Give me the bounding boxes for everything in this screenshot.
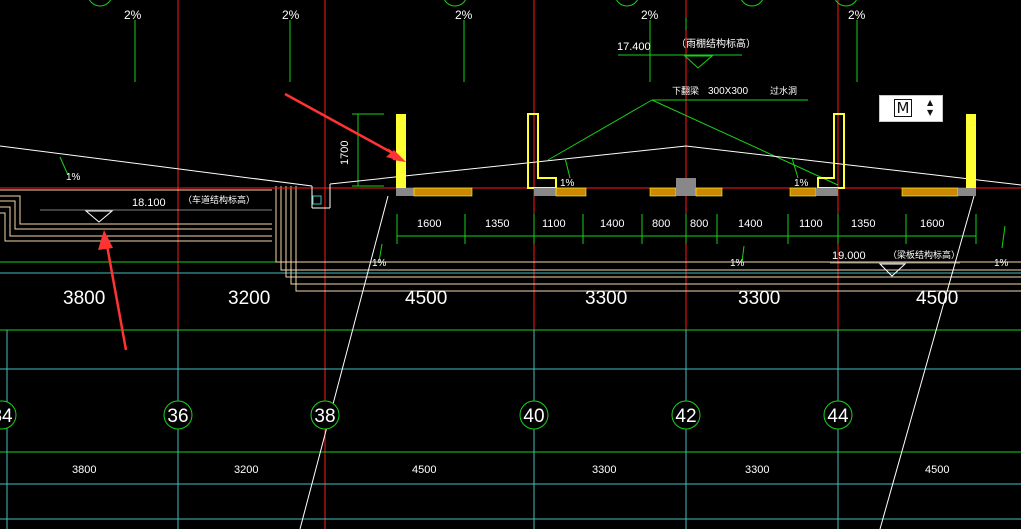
top-slope-labels: 2% 2% 2% 2% 2% [124,8,866,22]
grid-lines [0,0,1021,529]
wall-left [396,114,406,188]
channel-wall-right [817,113,845,189]
height-dim-value: 1700 [339,141,351,165]
dimension-values: 1600 1350 1100 1400 800 800 1400 1100 13… [417,218,944,230]
span-label: 3300 [592,464,616,476]
span-label: 4500 [405,288,447,309]
dim-value: 1100 [542,218,566,230]
small-marker [312,195,322,205]
span-labels-small: 3800 3200 4500 3300 3300 4500 [72,464,949,476]
elevation-note: （车道结构标高） [183,194,255,205]
axis-label: 34 [0,406,13,427]
slope-label: 1% [560,178,575,189]
slope-label: 2% [124,8,142,22]
cad-drawing-canvas[interactable]: 2% 2% 2% 2% 2% 17.400 （雨棚结构标高） 下翻梁 300X3… [0,0,1021,529]
dim-value: 1400 [600,218,624,230]
channel-wall-left [527,113,557,189]
span-label: 4500 [925,464,949,476]
dim-value: 1350 [485,218,509,230]
drain-note-c: 过水洞 [770,85,797,96]
slope-label: 1% [994,258,1009,269]
drain-note-b: 300X300 [708,86,748,97]
slope-label: 2% [455,8,473,22]
drain-note-a: 下翻梁 [672,85,699,96]
dim-value: 1100 [799,218,823,230]
ramp-lines [299,195,975,529]
axis-bubble-labels: 34 36 38 40 42 44 [0,406,849,427]
lower-slope-markers: 1% 1% 1% [372,225,1009,269]
top-axis-bubbles [89,0,857,7]
slope-label: 1% [66,172,81,183]
axis-label: 38 [314,406,335,427]
top-slope-markers [134,20,858,82]
arrow-head-icon [98,230,113,250]
span-label: 4500 [412,464,436,476]
axis-label: 44 [827,406,849,427]
slope-label: 1% [730,258,745,269]
span-label: 3300 [585,288,627,309]
height-dimension: 1700 [339,113,384,187]
mode-spinner-icon[interactable]: ▲ ▼ [927,98,937,120]
slope-label: 2% [282,8,300,22]
dim-value: 1400 [738,218,762,230]
elevation-note: （梁板结构标高） [888,249,960,260]
span-label: 3800 [72,464,96,476]
dim-value: 1600 [417,218,441,230]
slope-lines [0,145,1021,187]
slope-label: 1% [794,178,809,189]
dim-value: 800 [690,218,708,230]
span-label: 3800 [63,288,105,309]
span-label: 4500 [916,288,958,309]
axis-label: 36 [167,406,188,427]
dim-value: 800 [652,218,670,230]
elevation-value: 18.100 [132,197,166,209]
drain-annotation: 下翻梁 300X300 过水洞 [547,85,839,186]
dimension-chain [396,214,977,244]
axis-label: 40 [523,406,544,427]
axis-label: 42 [675,406,696,427]
span-label: 3300 [745,464,769,476]
elevation-marker-left: 18.100 （车道结构标高） [40,194,272,223]
span-label: 3200 [228,288,270,309]
elevation-value: 19.000 [832,250,866,262]
span-label: 3300 [738,288,780,309]
cad-mode-selector[interactable]: M ▲ ▼ [879,95,943,122]
axis-bubbles [0,400,853,430]
slope-label: 2% [641,8,659,22]
elevation-note: （雨棚结构标高） [676,37,756,50]
slope-label: 1% [372,258,387,269]
elevation-value: 17.400 [617,41,651,53]
wall-right [966,114,976,188]
slope-label: 2% [848,8,866,22]
mode-letter: M [894,99,912,117]
dim-value: 1600 [920,218,944,230]
dim-value: 1350 [851,218,875,230]
beam-segments [396,178,976,197]
annotation-arrows [98,92,406,351]
span-label: 3200 [234,464,258,476]
